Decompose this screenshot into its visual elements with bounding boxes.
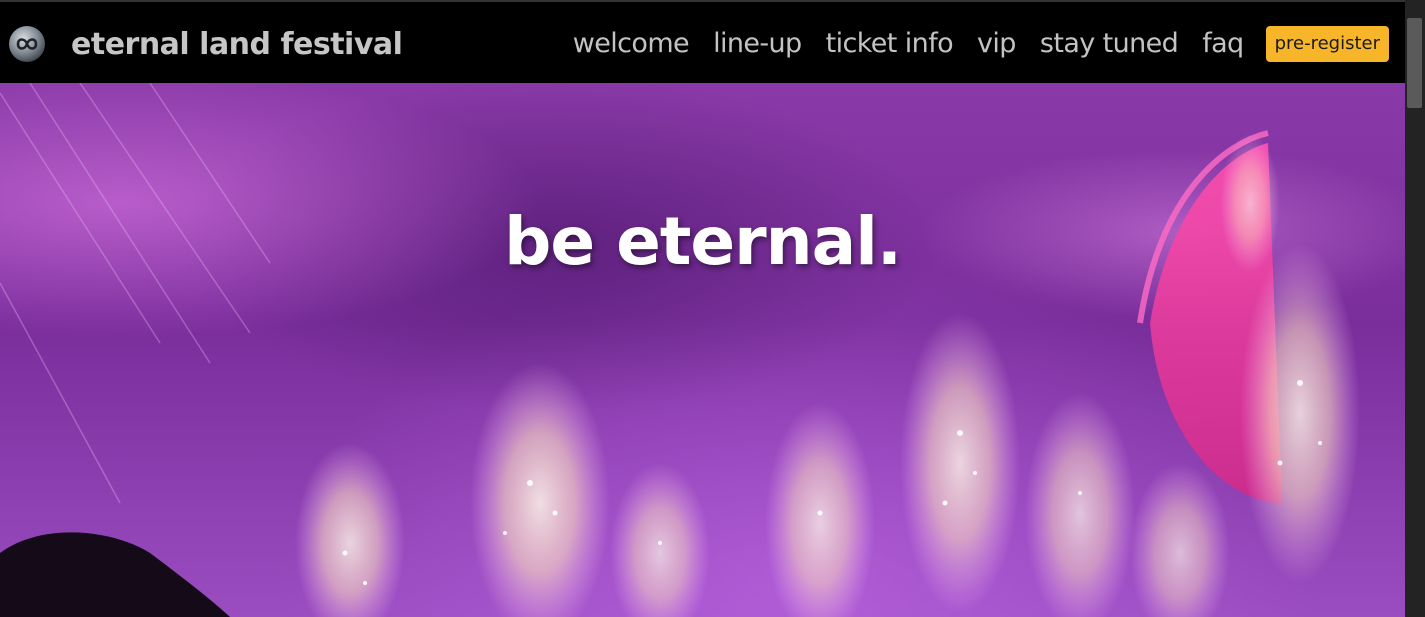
nav-link-welcome[interactable]: welcome [573, 24, 690, 64]
brand-name: eternal land festival [71, 26, 403, 62]
navbar: eternal land festival welcome line-up ti… [0, 0, 1405, 83]
pre-register-button[interactable]: pre-register [1265, 26, 1389, 62]
hero-title: be eternal. [504, 203, 902, 280]
hero-banner: be eternal. [0, 83, 1405, 617]
infinity-logo-icon [9, 26, 45, 62]
main-nav: welcome line-up ticket info vip stay tun… [573, 24, 1389, 64]
page-viewport: eternal land festival welcome line-up ti… [0, 0, 1405, 617]
vertical-scrollbar[interactable] [1405, 0, 1425, 617]
nav-link-stay-tuned[interactable]: stay tuned [1040, 24, 1179, 64]
nav-link-line-up[interactable]: line-up [713, 24, 802, 64]
scrollbar-thumb[interactable] [1407, 18, 1422, 108]
nav-link-ticket-info[interactable]: ticket info [826, 24, 954, 64]
brand[interactable]: eternal land festival [8, 24, 403, 64]
nav-link-faq[interactable]: faq [1202, 24, 1244, 64]
hero-background-image [0, 83, 1360, 617]
nav-link-vip[interactable]: vip [977, 24, 1016, 64]
